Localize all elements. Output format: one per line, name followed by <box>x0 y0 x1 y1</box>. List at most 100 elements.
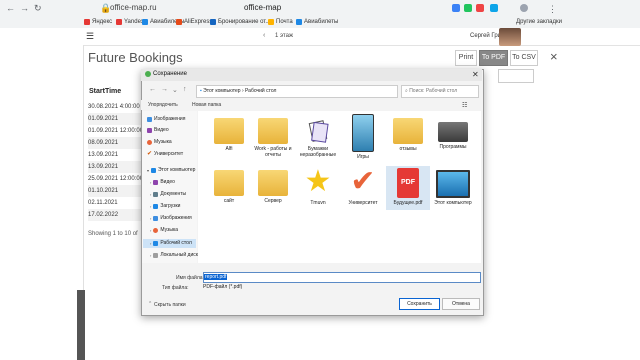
file-item[interactable]: сайт <box>207 170 251 204</box>
search-input[interactable] <box>498 69 534 83</box>
file-item[interactable]: ✔ Университет <box>341 166 385 207</box>
disk-icon <box>153 253 159 258</box>
nav-item[interactable]: ▾ Этот компьютер <box>147 166 195 175</box>
dialog-titlebar[interactable] <box>141 69 482 81</box>
side-tab[interactable] <box>77 290 85 360</box>
bookmark-item[interactable]: Почта <box>268 17 293 27</box>
save-button[interactable]: Сохранить <box>399 298 440 310</box>
floor-label[interactable]: 1 этаж <box>275 33 293 39</box>
file-item-selected[interactable]: PDF Будущее.pdf <box>386 166 430 210</box>
table-row[interactable]: 08.09.2021 <box>88 137 144 149</box>
close-icon[interactable]: ✕ <box>472 70 479 79</box>
file-item[interactable]: Alfi <box>207 118 251 152</box>
app-icon <box>145 71 151 77</box>
file-item[interactable]: Этот компьютер <box>431 166 475 206</box>
nav-item[interactable]: › Музыка <box>150 226 178 235</box>
extension-icon[interactable] <box>464 4 472 12</box>
table-row[interactable]: 13.09.2021 <box>88 149 144 161</box>
pdf-icon: PDF <box>397 168 419 198</box>
breadcrumb-item[interactable]: Рабочий стол <box>245 88 276 94</box>
up-arrow-icon[interactable]: ↑ <box>183 86 187 93</box>
new-folder-button[interactable]: Новая папка <box>192 102 221 108</box>
hamburger-menu-icon[interactable]: ☰ <box>86 31 94 42</box>
path-breadcrumb[interactable]: ▪ Этот компьютер › Рабочий стол <box>196 85 398 98</box>
file-item[interactable]: ★ Tmuvn <box>296 165 340 207</box>
chevron-right-icon: › <box>150 253 152 258</box>
nav-item[interactable]: Музыка <box>147 138 172 147</box>
back-arrow-icon[interactable]: ← <box>149 86 156 93</box>
nav-item[interactable]: › Документы <box>150 190 186 199</box>
forward-arrow-icon[interactable]: → <box>161 86 168 93</box>
folder-icon <box>214 170 244 196</box>
nav-item[interactable]: › Изображения <box>150 214 192 223</box>
nav-item[interactable]: ✔ Университет <box>147 150 183 159</box>
star-icon: ★ <box>304 165 332 198</box>
filename-value[interactable]: report.pdf <box>204 274 228 280</box>
other-bookmarks[interactable]: Другие закладки <box>516 17 562 27</box>
bookmark-icon <box>176 19 182 25</box>
avatar[interactable] <box>499 28 521 46</box>
bookmark-item[interactable]: Яндекс <box>84 17 112 27</box>
bookmark-item[interactable]: Авиабилеты <box>296 17 338 27</box>
file-item[interactable]: Программы <box>431 118 475 150</box>
left-panel <box>0 45 84 360</box>
chevron-left-icon[interactable]: ‹ <box>263 32 265 39</box>
to-csv-button[interactable]: To CSV <box>510 50 538 66</box>
table-row[interactable]: 17.02.2022 <box>88 209 144 221</box>
table-row[interactable]: 01.09.2021 12:00:00 <box>88 125 144 137</box>
profile-icon[interactable] <box>520 4 528 12</box>
forward-icon[interactable]: → <box>20 3 29 13</box>
table-row[interactable]: 30.08.2021 4:00:00 <box>88 101 144 113</box>
file-item[interactable]: Игры <box>341 114 385 160</box>
nav-item[interactable]: Видео <box>147 126 169 135</box>
view-options-icon[interactable]: ☷ <box>462 102 467 109</box>
table-row[interactable]: 02.11.2021 <box>88 197 144 209</box>
file-item[interactable]: Сервер <box>251 170 295 204</box>
images-icon <box>147 117 152 122</box>
hide-folders-toggle[interactable]: Скрыть папки <box>154 302 186 308</box>
video-icon <box>153 180 159 185</box>
column-header[interactable]: StartTime <box>89 88 121 95</box>
search-input[interactable]: ⌕ Поиск: Рабочий стол <box>401 85 479 98</box>
chevron-up-icon[interactable]: ⌃ <box>148 301 152 307</box>
file-item[interactable]: Бумажки неразобранные <box>296 118 340 158</box>
file-item[interactable]: отзывы <box>386 118 430 152</box>
extension-icon[interactable] <box>452 4 460 12</box>
chevron-right-icon: › <box>241 88 244 94</box>
folder-icon <box>393 118 423 144</box>
filename-input[interactable]: report.pdf <box>203 272 481 283</box>
extension-icon[interactable] <box>476 4 484 12</box>
bookmark-item[interactable]: Yandex <box>116 17 144 27</box>
menu-dots-icon[interactable]: ⋮ <box>548 4 557 14</box>
table-row[interactable]: 25.09.2021 12:00:00 <box>88 173 144 185</box>
nav-item[interactable]: › Загрузки <box>150 202 180 211</box>
table-row[interactable]: 01.10.2021 <box>88 185 144 197</box>
nav-item[interactable]: Изображения <box>147 115 185 124</box>
filetype-select[interactable]: PDF-файл (*.pdf) <box>203 283 479 292</box>
print-button[interactable]: Print <box>455 50 477 66</box>
extension-icon[interactable] <box>490 4 498 12</box>
filetype-label: Тип файла: <box>162 285 189 291</box>
close-icon[interactable]: × <box>550 49 558 64</box>
computer-icon <box>151 168 157 173</box>
documents-icon <box>153 192 159 197</box>
table-row[interactable]: 13.09.2021 <box>88 161 144 173</box>
file-item[interactable]: Work - работы и отчеты <box>251 118 295 158</box>
nav-item-selected[interactable]: › Рабочий стол <box>150 239 192 248</box>
table-row[interactable]: 01.09.2021 <box>88 113 144 125</box>
bookmark-item[interactable]: Бронирование от... <box>210 17 270 27</box>
to-pdf-button[interactable]: To PDF <box>479 50 508 66</box>
bookmark-item[interactable]: AliExpress <box>176 17 212 27</box>
back-icon[interactable]: ← <box>6 3 15 13</box>
cancel-button[interactable]: Отмена <box>442 298 480 310</box>
reload-icon[interactable]: ↻ <box>34 3 42 13</box>
nav-item[interactable]: › Видео <box>150 178 175 187</box>
breadcrumb-item[interactable]: Этот компьютер <box>203 88 240 94</box>
nav-item[interactable]: › Локальный диск <box>150 251 198 260</box>
bookmark-icon <box>268 19 274 25</box>
organize-button[interactable]: Упорядочить <box>148 102 178 108</box>
bookmark-icon <box>142 19 148 25</box>
chevron-down-icon[interactable]: ⌄ <box>172 86 178 94</box>
bookmark-icon <box>210 19 216 25</box>
app-header <box>0 28 640 46</box>
